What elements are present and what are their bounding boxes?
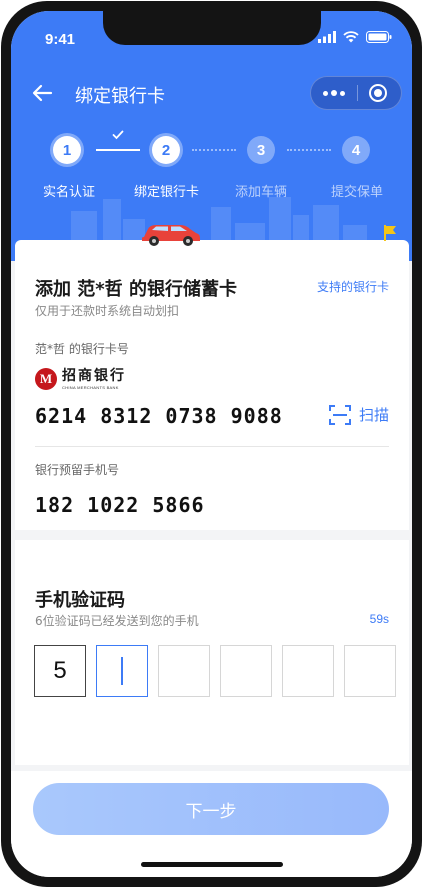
page-title: 绑定银行卡 bbox=[75, 86, 165, 107]
sms-section-subtitle: 6位验证码已经发送到您的手机 bbox=[35, 614, 199, 628]
status-icons bbox=[318, 31, 392, 43]
more-menu-button[interactable] bbox=[311, 77, 357, 109]
signal-icon bbox=[318, 31, 336, 43]
check-icon bbox=[112, 130, 124, 140]
bank-card-panel: 添加 范*哲 的银行储蓄卡 仅用于还款时系统自动划扣 支持的银行卡 范*哲 的银… bbox=[15, 240, 409, 530]
wifi-icon bbox=[343, 31, 359, 43]
step-4-circle: 4 bbox=[342, 136, 370, 164]
scan-label: 扫描 bbox=[358, 406, 389, 424]
sms-section-title: 手机验证码 bbox=[35, 590, 125, 611]
step-4-label: 提交保单 bbox=[331, 185, 384, 200]
step-2-circle: 2 bbox=[152, 136, 180, 164]
sms-verification-panel: 手机验证码 6位验证码已经发送到您的手机 59s 5 bbox=[15, 540, 409, 765]
back-arrow-icon[interactable] bbox=[31, 81, 55, 105]
phone-number-label: 银行预留手机号 bbox=[35, 463, 120, 477]
bank-name-english: CHINA MERCHANTS BANK bbox=[62, 384, 119, 390]
battery-icon bbox=[366, 31, 392, 43]
code-digit-1[interactable]: 5 bbox=[34, 645, 86, 697]
text-caret bbox=[121, 657, 123, 685]
scan-icon bbox=[328, 404, 351, 425]
step-3-circle: 3 bbox=[247, 136, 275, 164]
step-2-label: 绑定银行卡 bbox=[134, 185, 200, 200]
close-circle-icon[interactable] bbox=[369, 84, 387, 102]
status-time: 9:41 bbox=[45, 31, 76, 48]
phone-number-input[interactable]: 182 1022 5866 bbox=[35, 493, 205, 517]
code-digit-3[interactable] bbox=[158, 645, 210, 697]
step-1-circle: 1 bbox=[53, 136, 81, 164]
resend-countdown: 59s bbox=[369, 612, 389, 626]
supported-banks-link[interactable]: 支持的银行卡 bbox=[317, 278, 389, 295]
step-connector-3 bbox=[287, 149, 331, 151]
code-digit-4[interactable] bbox=[220, 645, 272, 697]
next-step-button[interactable]: 下一步 bbox=[33, 783, 389, 835]
step-1-label: 实名认证 bbox=[43, 185, 96, 200]
mini-program-capsule bbox=[310, 76, 402, 110]
code-digit-6[interactable] bbox=[344, 645, 396, 697]
phone-frame: 9:41 绑定银行卡 1 2 3 4 实名认证 绑定银行卡 添加车辆 提交保单 … bbox=[1, 1, 422, 887]
verification-code-input[interactable]: 5 bbox=[34, 645, 396, 697]
flag-icon bbox=[384, 225, 396, 241]
bank-logo: M 招商银行 CHINA MERCHANTS BANK bbox=[35, 368, 126, 390]
app-screen: 9:41 绑定银行卡 1 2 3 4 实名认证 绑定银行卡 添加车辆 提交保单 … bbox=[11, 11, 412, 877]
step-connector-2 bbox=[192, 149, 236, 151]
notch bbox=[103, 11, 321, 45]
code-digit-5[interactable] bbox=[282, 645, 334, 697]
home-indicator bbox=[141, 862, 283, 867]
navigation-bar: 绑定银行卡 bbox=[11, 69, 412, 117]
step-connector-1 bbox=[96, 149, 140, 151]
step-3-label: 添加车辆 bbox=[235, 185, 288, 200]
card-section-subtitle: 仅用于还款时系统自动划扣 bbox=[35, 304, 180, 318]
scan-button[interactable]: 扫描 bbox=[328, 404, 389, 425]
more-dots-icon bbox=[323, 90, 328, 96]
card-section-title: 添加 范*哲 的银行储蓄卡 bbox=[35, 279, 237, 300]
card-number-label: 范*哲 的银行卡号 bbox=[35, 342, 129, 356]
car-illustration bbox=[142, 225, 200, 246]
bank-name: 招商银行 bbox=[62, 368, 126, 384]
capsule-divider bbox=[357, 85, 358, 101]
field-divider bbox=[35, 446, 389, 447]
code-digit-2[interactable] bbox=[96, 645, 148, 697]
cmb-logo-icon: M bbox=[35, 368, 57, 390]
card-number-input[interactable]: 6214 8312 0738 9088 bbox=[35, 404, 283, 428]
